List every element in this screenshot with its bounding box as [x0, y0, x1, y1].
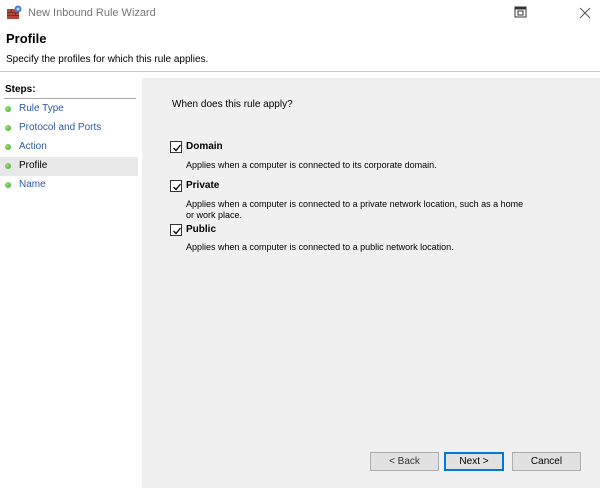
domain-label[interactable]: Domain [186, 141, 223, 152]
public-description: Applies when a computer is connected to … [186, 242, 454, 252]
domain-checkbox[interactable] [170, 141, 182, 153]
next-button[interactable]: Next > [444, 452, 504, 471]
checkmark-icon [173, 144, 182, 152]
private-checkbox[interactable] [170, 180, 182, 192]
step-status-dot-icon [5, 144, 11, 150]
close-icon[interactable] [578, 6, 592, 20]
private-label[interactable]: Private [186, 180, 219, 191]
sidebar-item-label: Name [19, 179, 46, 190]
public-checkbox[interactable] [170, 224, 182, 236]
private-description: Applies when a computer is connected to … [186, 199, 524, 220]
step-status-dot-icon [5, 182, 11, 188]
step-status-dot-icon [5, 106, 11, 112]
sidebar-item-label: Action [19, 141, 47, 152]
sidebar-item-label: Rule Type [19, 103, 64, 114]
checkmark-icon [173, 227, 182, 235]
steps-label: Steps: [5, 84, 36, 95]
sidebar-item-protocol-and-ports[interactable]: Protocol and Ports [0, 119, 138, 138]
steps-sidebar: Steps: Rule Type Protocol and Ports Acti… [0, 78, 140, 488]
firewall-app-icon [6, 5, 22, 21]
cancel-button[interactable]: Cancel [512, 452, 581, 471]
help-icon[interactable] [514, 6, 528, 19]
title-bar: New Inbound Rule Wizard [0, 0, 600, 26]
sidebar-item-action[interactable]: Action [0, 138, 138, 157]
page-subtitle: Specify the profiles for which this rule… [6, 54, 209, 65]
back-button[interactable]: < Back [370, 452, 439, 471]
sidebar-item-profile[interactable]: Profile [0, 157, 138, 176]
window-title: New Inbound Rule Wizard [28, 7, 156, 19]
page-title: Profile [6, 31, 47, 46]
wizard-content: When does this rule apply? Domain Applie… [142, 78, 600, 488]
domain-description: Applies when a computer is connected to … [186, 160, 437, 170]
public-label[interactable]: Public [186, 224, 216, 235]
wizard-header: Profile Specify the profiles for which t… [0, 26, 600, 72]
sidebar-item-name[interactable]: Name [0, 176, 138, 195]
step-status-dot-icon [5, 163, 11, 169]
step-status-dot-icon [5, 125, 11, 131]
question-label: When does this rule apply? [172, 99, 293, 110]
steps-divider [4, 98, 136, 99]
sidebar-item-label: Protocol and Ports [19, 122, 102, 133]
checkmark-icon [173, 183, 182, 191]
sidebar-item-label: Profile [19, 160, 48, 171]
sidebar-item-rule-type[interactable]: Rule Type [0, 100, 138, 119]
